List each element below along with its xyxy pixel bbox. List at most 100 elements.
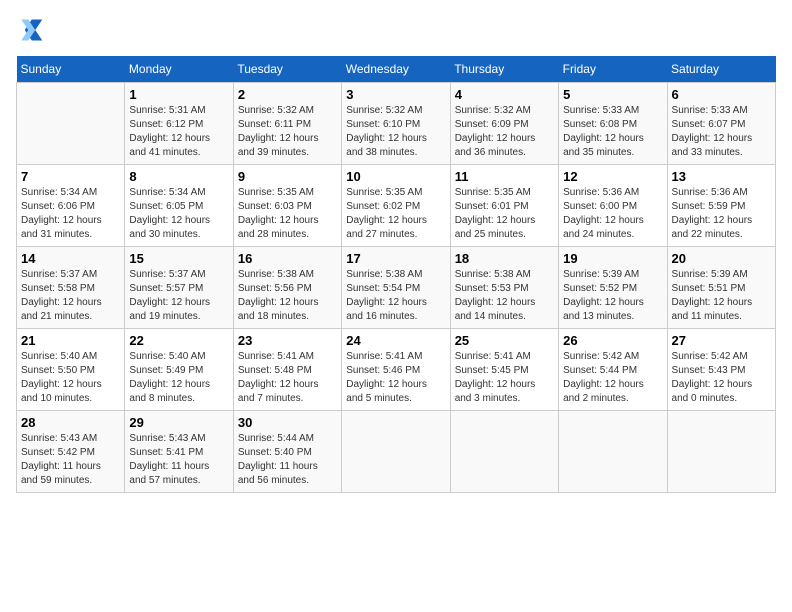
calendar-cell: 29 Sunrise: 5:43 AM Sunset: 5:41 PM Dayli…: [125, 411, 233, 493]
calendar-cell: 17 Sunrise: 5:38 AM Sunset: 5:54 PM Dayli…: [342, 247, 450, 329]
date-number: 23: [238, 333, 337, 348]
date-number: 29: [129, 415, 228, 430]
cell-info: Sunrise: 5:37 AM Sunset: 5:57 PM Dayligh…: [129, 268, 228, 324]
calendar-cell: [559, 411, 667, 493]
date-number: 11: [455, 169, 554, 184]
calendar-cell: [667, 411, 775, 493]
cell-info: Sunrise: 5:43 AM Sunset: 5:42 PM Dayligh…: [21, 432, 120, 488]
cell-info: Sunrise: 5:38 AM Sunset: 5:54 PM Dayligh…: [346, 268, 445, 324]
calendar-table: SundayMondayTuesdayWednesdayThursdayFrid…: [16, 56, 776, 493]
cell-info: Sunrise: 5:31 AM Sunset: 6:12 PM Dayligh…: [129, 104, 228, 160]
cell-info: Sunrise: 5:35 AM Sunset: 6:02 PM Dayligh…: [346, 186, 445, 242]
calendar-week-3: 14 Sunrise: 5:37 AM Sunset: 5:58 PM Dayli…: [17, 247, 776, 329]
date-number: 30: [238, 415, 337, 430]
date-number: 21: [21, 333, 120, 348]
date-number: 19: [563, 251, 662, 266]
calendar-cell: 23 Sunrise: 5:41 AM Sunset: 5:48 PM Dayli…: [233, 329, 341, 411]
calendar-cell: 9 Sunrise: 5:35 AM Sunset: 6:03 PM Daylig…: [233, 165, 341, 247]
cell-info: Sunrise: 5:32 AM Sunset: 6:11 PM Dayligh…: [238, 104, 337, 160]
calendar-week-1: 1 Sunrise: 5:31 AM Sunset: 6:12 PM Daylig…: [17, 83, 776, 165]
cell-info: Sunrise: 5:35 AM Sunset: 6:03 PM Dayligh…: [238, 186, 337, 242]
date-number: 8: [129, 169, 228, 184]
date-number: 9: [238, 169, 337, 184]
calendar-cell: 26 Sunrise: 5:42 AM Sunset: 5:44 PM Dayli…: [559, 329, 667, 411]
cell-info: Sunrise: 5:43 AM Sunset: 5:41 PM Dayligh…: [129, 432, 228, 488]
cell-info: Sunrise: 5:42 AM Sunset: 5:43 PM Dayligh…: [672, 350, 771, 406]
date-number: 13: [672, 169, 771, 184]
cell-info: Sunrise: 5:34 AM Sunset: 6:06 PM Dayligh…: [21, 186, 120, 242]
date-number: 14: [21, 251, 120, 266]
cell-info: Sunrise: 5:38 AM Sunset: 5:56 PM Dayligh…: [238, 268, 337, 324]
cell-info: Sunrise: 5:32 AM Sunset: 6:09 PM Dayligh…: [455, 104, 554, 160]
calendar-cell: 22Sunrise: 5:40 AM Sunset: 5:49 PM Dayli…: [125, 329, 233, 411]
calendar-cell: 14 Sunrise: 5:37 AM Sunset: 5:58 PM Dayli…: [17, 247, 125, 329]
date-number: 28: [21, 415, 120, 430]
cell-info: Sunrise: 5:32 AM Sunset: 6:10 PM Dayligh…: [346, 104, 445, 160]
logo: [16, 16, 48, 44]
date-number: 18: [455, 251, 554, 266]
date-number: 2: [238, 87, 337, 102]
calendar-cell: 6Sunrise: 5:33 AM Sunset: 6:07 PM Daylig…: [667, 83, 775, 165]
calendar-cell: 12Sunrise: 5:36 AM Sunset: 6:00 PM Dayli…: [559, 165, 667, 247]
cell-info: Sunrise: 5:33 AM Sunset: 6:08 PM Dayligh…: [563, 104, 662, 160]
cell-info: Sunrise: 5:40 AM Sunset: 5:50 PM Dayligh…: [21, 350, 120, 406]
cell-info: Sunrise: 5:41 AM Sunset: 5:46 PM Dayligh…: [346, 350, 445, 406]
cell-info: Sunrise: 5:39 AM Sunset: 5:52 PM Dayligh…: [563, 268, 662, 324]
date-number: 5: [563, 87, 662, 102]
weekday-header-wednesday: Wednesday: [342, 56, 450, 83]
calendar-cell: 3 Sunrise: 5:32 AM Sunset: 6:10 PM Daylig…: [342, 83, 450, 165]
calendar-cell: 25 Sunrise: 5:41 AM Sunset: 5:45 PM Dayli…: [450, 329, 558, 411]
calendar-week-2: 7 Sunrise: 5:34 AM Sunset: 6:06 PM Daylig…: [17, 165, 776, 247]
cell-info: Sunrise: 5:35 AM Sunset: 6:01 PM Dayligh…: [455, 186, 554, 242]
date-number: 4: [455, 87, 554, 102]
cell-info: Sunrise: 5:41 AM Sunset: 5:48 PM Dayligh…: [238, 350, 337, 406]
calendar-cell: [450, 411, 558, 493]
calendar-cell: 15 Sunrise: 5:37 AM Sunset: 5:57 PM Dayli…: [125, 247, 233, 329]
date-number: 25: [455, 333, 554, 348]
weekday-header-monday: Monday: [125, 56, 233, 83]
cell-info: Sunrise: 5:36 AM Sunset: 6:00 PM Dayligh…: [563, 186, 662, 242]
calendar-cell: 11 Sunrise: 5:35 AM Sunset: 6:01 PM Dayli…: [450, 165, 558, 247]
calendar-cell: 13 Sunrise: 5:36 AM Sunset: 5:59 PM Dayli…: [667, 165, 775, 247]
weekday-header-tuesday: Tuesday: [233, 56, 341, 83]
calendar-cell: 8Sunrise: 5:34 AM Sunset: 6:05 PM Daylig…: [125, 165, 233, 247]
cell-info: Sunrise: 5:36 AM Sunset: 5:59 PM Dayligh…: [672, 186, 771, 242]
calendar-cell: 2 Sunrise: 5:32 AM Sunset: 6:11 PM Daylig…: [233, 83, 341, 165]
date-number: 27: [672, 333, 771, 348]
calendar-cell: 21 Sunrise: 5:40 AM Sunset: 5:50 PM Dayli…: [17, 329, 125, 411]
weekday-header-friday: Friday: [559, 56, 667, 83]
date-number: 17: [346, 251, 445, 266]
date-number: 22: [129, 333, 228, 348]
calendar-cell: 18 Sunrise: 5:38 AM Sunset: 5:53 PM Dayli…: [450, 247, 558, 329]
cell-info: Sunrise: 5:33 AM Sunset: 6:07 PM Dayligh…: [672, 104, 771, 160]
date-number: 16: [238, 251, 337, 266]
cell-info: Sunrise: 5:38 AM Sunset: 5:53 PM Dayligh…: [455, 268, 554, 324]
cell-info: Sunrise: 5:39 AM Sunset: 5:51 PM Dayligh…: [672, 268, 771, 324]
cell-info: Sunrise: 5:41 AM Sunset: 5:45 PM Dayligh…: [455, 350, 554, 406]
page-header: [16, 16, 776, 44]
calendar-cell: 20 Sunrise: 5:39 AM Sunset: 5:51 PM Dayli…: [667, 247, 775, 329]
date-number: 10: [346, 169, 445, 184]
date-number: 20: [672, 251, 771, 266]
calendar-cell: 7 Sunrise: 5:34 AM Sunset: 6:06 PM Daylig…: [17, 165, 125, 247]
calendar-cell: 27 Sunrise: 5:42 AM Sunset: 5:43 PM Dayli…: [667, 329, 775, 411]
cell-info: Sunrise: 5:37 AM Sunset: 5:58 PM Dayligh…: [21, 268, 120, 324]
cell-info: Sunrise: 5:42 AM Sunset: 5:44 PM Dayligh…: [563, 350, 662, 406]
calendar-cell: [17, 83, 125, 165]
calendar-cell: 19 Sunrise: 5:39 AM Sunset: 5:52 PM Dayli…: [559, 247, 667, 329]
calendar-cell: 16 Sunrise: 5:38 AM Sunset: 5:56 PM Dayli…: [233, 247, 341, 329]
date-number: 15: [129, 251, 228, 266]
date-number: 7: [21, 169, 120, 184]
date-number: 24: [346, 333, 445, 348]
calendar-cell: [342, 411, 450, 493]
calendar-cell: 1 Sunrise: 5:31 AM Sunset: 6:12 PM Daylig…: [125, 83, 233, 165]
logo-icon: [16, 16, 44, 44]
date-number: 26: [563, 333, 662, 348]
weekday-header-thursday: Thursday: [450, 56, 558, 83]
date-number: 3: [346, 87, 445, 102]
cell-info: Sunrise: 5:44 AM Sunset: 5:40 PM Dayligh…: [238, 432, 337, 488]
weekday-header-saturday: Saturday: [667, 56, 775, 83]
weekday-header-sunday: Sunday: [17, 56, 125, 83]
calendar-cell: 4 Sunrise: 5:32 AM Sunset: 6:09 PM Daylig…: [450, 83, 558, 165]
date-number: 1: [129, 87, 228, 102]
